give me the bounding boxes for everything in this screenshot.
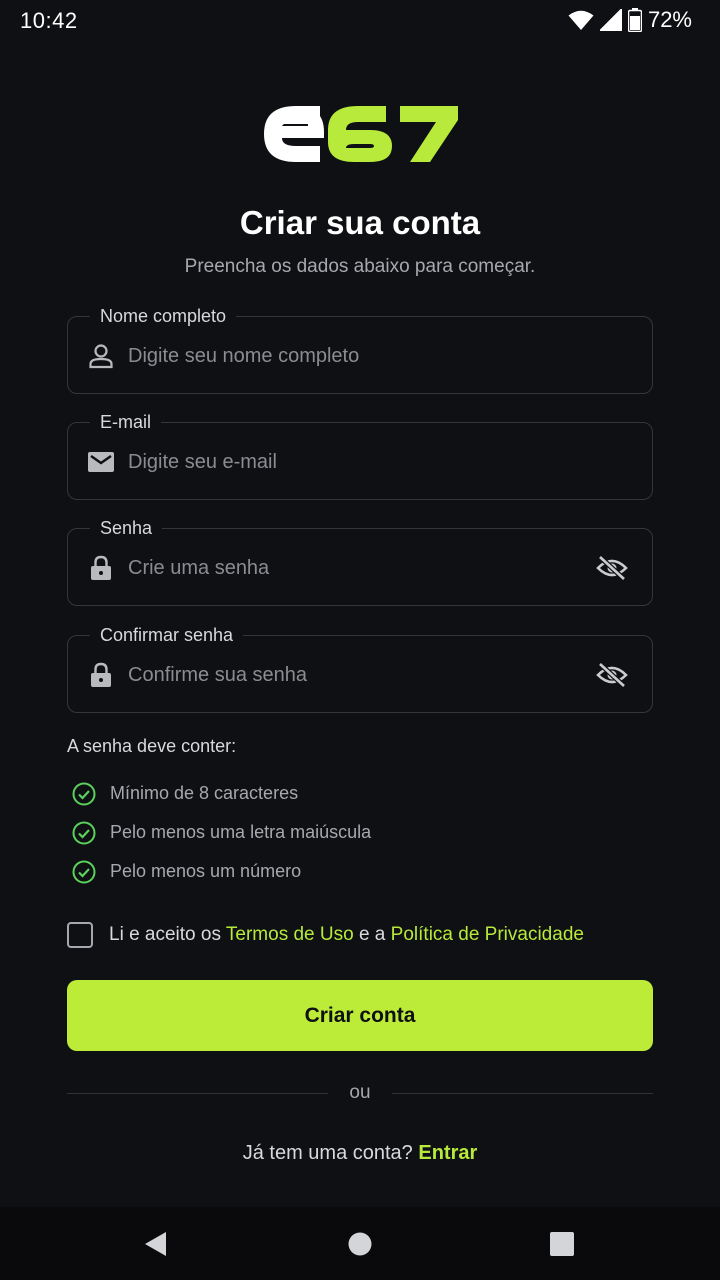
person-icon xyxy=(88,343,114,369)
name-label: Nome completo xyxy=(90,305,237,327)
email-field: E-mail xyxy=(67,411,653,500)
terms-of-use-link[interactable]: Termos de Uso xyxy=(226,924,354,945)
eye-off-icon[interactable] xyxy=(596,661,628,689)
requirement-item: Pelo menos uma letra maiúscula xyxy=(72,813,371,852)
app-logo xyxy=(262,102,462,166)
requirement-item: Mínimo de 8 caracteres xyxy=(72,774,371,813)
lock-icon xyxy=(88,662,114,688)
home-icon[interactable] xyxy=(347,1231,373,1257)
divider-right xyxy=(392,1093,653,1094)
page-title: Criar sua conta xyxy=(239,204,481,241)
status-icons: 72% xyxy=(568,6,692,34)
requirements-list: Mínimo de 8 caracteres Pelo menos uma le… xyxy=(72,774,371,891)
battery-percent: 72% xyxy=(647,7,692,32)
check-circle-icon xyxy=(72,860,96,883)
confirm-password-input[interactable] xyxy=(128,656,568,694)
mail-icon xyxy=(88,449,114,475)
page-subtitle: Preencha os dados abaixo para começar. xyxy=(184,256,536,277)
recents-icon[interactable] xyxy=(549,1231,575,1257)
password-input[interactable] xyxy=(128,549,568,587)
login-prompt: Já tem uma conta? xyxy=(242,1142,419,1164)
check-circle-icon xyxy=(72,782,96,805)
name-field: Nome completo xyxy=(67,305,653,394)
terms-text: Li e aceito os Termos de Uso e a Polític… xyxy=(109,924,584,946)
back-icon[interactable] xyxy=(143,1231,169,1257)
password-label: Senha xyxy=(90,517,163,539)
terms-checkbox[interactable] xyxy=(67,922,93,948)
requirement-text: Pelo menos um número xyxy=(110,861,302,881)
confirm-password-label: Confirmar senha xyxy=(90,624,244,646)
requirement-text: Mínimo de 8 caracteres xyxy=(110,783,299,803)
navigation-bar xyxy=(0,1207,720,1280)
login-row: Já tem uma conta? Entrar xyxy=(0,1142,720,1165)
check-circle-icon xyxy=(72,821,96,844)
requirement-item: Pelo menos um número xyxy=(72,852,371,891)
privacy-policy-link[interactable]: Política de Privacidade xyxy=(391,924,584,945)
wifi-icon xyxy=(568,9,594,31)
status-bar: 10:42 72% xyxy=(0,0,720,42)
email-input[interactable] xyxy=(128,443,568,481)
password-field: Senha xyxy=(67,517,653,606)
login-link[interactable]: Entrar xyxy=(418,1142,477,1164)
signal-icon xyxy=(599,9,622,31)
terms-middle: e a xyxy=(353,924,391,945)
battery-icon xyxy=(627,8,642,32)
lock-icon xyxy=(88,555,114,581)
confirm-password-field: Confirmar senha xyxy=(67,624,653,713)
requirement-text: Pelo menos uma letra maiúscula xyxy=(110,822,372,842)
status-time: 10:42 xyxy=(20,8,78,33)
terms-row: Li e aceito os Termos de Uso e a Polític… xyxy=(67,920,584,950)
email-label: E-mail xyxy=(90,411,162,433)
name-input[interactable] xyxy=(128,337,568,375)
create-account-button[interactable]: Criar conta xyxy=(67,980,653,1051)
eye-off-icon[interactable] xyxy=(596,554,628,582)
requirements-title: A senha deve conter: xyxy=(67,736,237,756)
terms-prefix: Li e aceito os xyxy=(109,924,226,945)
